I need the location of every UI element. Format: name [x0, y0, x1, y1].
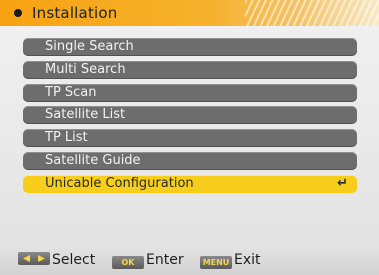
menu-item-multi-search[interactable]: Multi Search: [23, 60, 357, 79]
title-bar: Installation: [0, 0, 379, 26]
arrow-keys-icon: [18, 252, 50, 265]
enter-icon: ↵: [337, 175, 348, 191]
menu-item-label: TP List: [45, 130, 88, 146]
menu-item-label: Single Search: [45, 39, 134, 54]
menu-item-label: Satellite List: [45, 107, 126, 123]
footer-hints: Select OK Enter MENU Exit: [0, 245, 379, 275]
enter-hint: OK Enter: [112, 252, 184, 269]
bullet-icon: [14, 9, 22, 17]
menu-item-unicable-configuration[interactable]: Unicable Configuration ↵: [23, 174, 357, 193]
enter-label: Enter: [146, 252, 184, 268]
menu-item-label: Satellite Guide: [45, 152, 141, 168]
menu-item-label: TP Scan: [45, 84, 97, 100]
ok-key-icon: OK: [112, 256, 144, 269]
menu-item-satellite-list[interactable]: Satellite List: [23, 106, 357, 125]
exit-hint: MENU Exit: [200, 252, 261, 269]
page-title: Installation: [32, 4, 118, 22]
select-label: Select: [52, 252, 96, 268]
installation-screen: Installation Single Search Multi Search …: [0, 0, 379, 275]
menu-key-icon: MENU: [200, 256, 232, 269]
menu-item-satellite-guide[interactable]: Satellite Guide: [23, 151, 357, 170]
exit-label: Exit: [234, 252, 261, 268]
title-decoration: [245, 0, 379, 26]
menu-item-label: Unicable Configuration: [45, 175, 194, 191]
select-hint: Select: [18, 252, 95, 268]
installation-menu: Single Search Multi Search TP Scan Satel…: [23, 38, 357, 198]
menu-item-tp-list[interactable]: TP List: [23, 129, 357, 148]
menu-item-tp-scan[interactable]: TP Scan: [23, 83, 357, 102]
menu-item-single-search[interactable]: Single Search: [23, 38, 357, 56]
menu-item-label: Multi Search: [45, 61, 126, 77]
